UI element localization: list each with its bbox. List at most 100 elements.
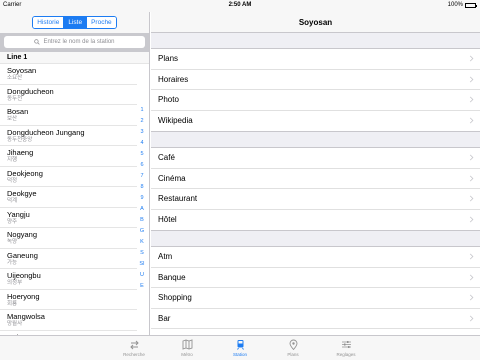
station-row[interactable]: Dongducheon 동두천 [0,85,137,105]
index-letter[interactable]: K [138,237,146,248]
menu-item[interactable]: Restaurant [151,189,480,210]
menu-item[interactable]: Banque [151,268,480,288]
station-korean-name: 녹양 [7,239,18,245]
index-letter[interactable]: 2 [138,116,146,127]
tab-label: Plans [287,352,299,357]
menu-item[interactable]: Atm [151,247,480,268]
menu-item[interactable]: Wikipedia [151,111,480,132]
station-name: Deokjeong [7,168,43,178]
tab-label: Station [232,352,247,357]
tab-bar: Recherche Métro Station Plans Reglages [0,335,480,360]
menu-item-label: Cinéma [158,173,186,183]
station-detail-pane: Soyosan Plans Horaires Photo Wikipedia Café C… [151,12,480,335]
index-letter[interactable]: S [138,248,146,259]
index-letter[interactable]: 1 [138,105,146,116]
index-letter[interactable]: SI [138,259,146,270]
station-name: Uijeongbu [7,271,41,280]
station-row[interactable]: Deokgye 덕계 [0,187,137,208]
menu-item[interactable]: Plans [151,49,480,70]
index-letter[interactable]: 5 [138,149,146,160]
tab-label: Recherche [123,352,145,357]
search-icon [34,39,41,45]
station-row[interactable]: Uijeongbu 의정부 [0,269,137,290]
tab-reglages[interactable]: Reglages [320,336,373,360]
chevron-right-icon [469,154,474,161]
search-placeholder: Entrez le nom de la station [43,39,115,45]
menu-item-label: Bar [158,313,171,323]
station-korean-name: 지행 [7,157,18,163]
index-letter[interactable]: 8 [138,182,146,193]
section-index[interactable]: 1 2 3 4 5 6 7 8 9 A B G K S SI U E [138,105,146,292]
tab-recherche[interactable]: Recherche [108,336,161,360]
station-row[interactable]: Soyosan 소요산 [0,64,137,85]
menu-item-label: Shopping [158,293,192,303]
index-letter[interactable]: 9 [138,193,146,204]
menu-group: AtmBanqueShoppingBarSalon De Beauté [151,246,480,335]
station-row[interactable]: Jihaeng 지행 [0,146,137,167]
station-korean-name: 동두천 [7,95,23,102]
index-letter[interactable]: A [138,204,146,215]
station-name: Dongducheon [7,86,54,96]
station-row[interactable]: Ganeung 가능 [0,249,137,269]
station-name: Soyosan [7,66,37,75]
menu-item[interactable]: Shopping [151,288,480,309]
status-time: 2:50 AM [228,2,252,8]
menu-item-label: Restaurant [158,194,198,204]
chevron-right-icon [469,117,474,124]
menu-item[interactable]: Hôtel [151,210,480,231]
station-korean-name: 덕계 [7,198,18,204]
menu-item[interactable]: Horaires [151,70,480,90]
station-row[interactable]: Deokjeong 덕정 [0,167,137,187]
index-letter[interactable]: 3 [138,127,146,138]
tab-plans[interactable]: Plans [267,336,320,360]
search-arrows-icon [129,340,139,350]
station-row[interactable]: Bosan 보산 [0,105,137,126]
index-letter[interactable]: 6 [138,160,146,171]
station-korean-name: 보산 [7,116,18,122]
search-input[interactable]: Entrez le nom de la station [4,36,145,48]
index-letter[interactable]: B [138,215,146,226]
menu-item[interactable]: Cinéma [151,169,480,189]
station-row[interactable]: Mangwolsa 망월사 [0,310,137,331]
station-name: Ganeung [7,250,38,260]
menu-group: Café Cinéma Restaurant Hôtel [151,147,480,231]
menu-item[interactable]: Photo [151,90,480,111]
chevron-right-icon [469,55,474,62]
station-korean-name: 동두천중앙 [7,136,33,143]
chevron-right-icon [469,315,474,322]
station-korean-name: 소요산 [7,75,23,81]
station-list: Soyosan 소요산 Dongducheon 동두천 Bosan 보산 Dongduche… [0,64,137,335]
station-korean-name: 의정부 [7,280,23,286]
chevron-right-icon [469,96,474,103]
menu-item[interactable]: Bar [151,309,480,329]
station-row[interactable]: Nogyang 녹양 [0,228,137,249]
station-list-pane: Historie Liste Proche Entrez le nom de la … [0,12,150,335]
tab-métro[interactable]: Métro [161,336,214,360]
tab-label: Reglages [336,352,356,357]
station-row[interactable]: Yangju 양주 [0,208,137,228]
index-letter[interactable]: 7 [138,171,146,182]
segmented-control: Historie Liste Proche [32,16,117,29]
menu-item[interactable]: Café [151,148,480,169]
menu-item-label: Banque [158,272,186,282]
index-letter[interactable]: E [138,281,146,292]
station-row[interactable]: Dongducheon Jungang 동두천중앙 [0,126,137,146]
index-letter[interactable]: G [138,226,146,237]
station-korean-name: 양주 [7,218,18,225]
pin-icon [289,339,297,350]
battery-icon [465,2,477,8]
status-bar: Carrier 2:50 AM 100% [0,0,480,12]
segment-liste[interactable]: Liste [64,17,88,28]
segment-proche[interactable]: Proche [87,17,116,28]
station-row[interactable]: Hoeryong 회룡 [0,290,137,310]
station-name: Mangwolsa [7,312,45,321]
tab-station[interactable]: Station [214,336,267,360]
index-letter[interactable]: U [138,270,146,281]
segment-historie[interactable]: Historie [33,17,65,28]
battery-indicator: 100% [448,2,477,8]
index-letter[interactable]: 4 [138,138,146,149]
chevron-right-icon [469,175,474,182]
